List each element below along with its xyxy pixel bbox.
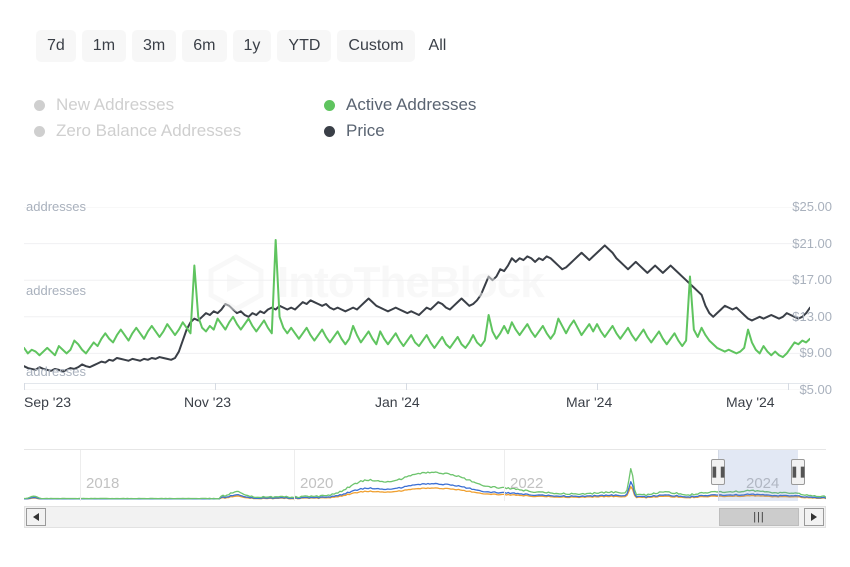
scroll-right-button[interactable] xyxy=(804,508,824,526)
legend-dot-icon xyxy=(34,99,45,111)
navigator-gridline xyxy=(80,450,81,501)
legend-label-active-addresses: Active Addresses xyxy=(346,95,477,114)
legend-label-zero-balance-addresses: Zero Balance Addresses xyxy=(56,121,242,140)
x-axis-tick-label: Nov '23 xyxy=(184,394,232,410)
range-tab-ytd[interactable]: YTD xyxy=(277,30,332,62)
legend-dot-icon xyxy=(324,125,335,137)
x-axis-tick-mark xyxy=(24,383,25,390)
navigator-scrollbar[interactable]: ||| xyxy=(24,506,826,528)
drag-handle-icon: ❚❚ xyxy=(709,465,727,478)
y-axis-right-tick-label: $25.00 xyxy=(792,199,832,214)
range-tab-7d[interactable]: 7d xyxy=(36,30,76,62)
y-axis-right-tick-label: $13.00 xyxy=(792,308,832,324)
series-canvas xyxy=(24,207,810,390)
x-axis-baseline xyxy=(24,383,810,384)
legend-item-new-addresses[interactable]: New Addresses xyxy=(34,95,324,115)
legend-item-zero-balance-addresses[interactable]: Zero Balance Addresses xyxy=(34,121,324,141)
range-tab-1y[interactable]: 1y xyxy=(232,30,272,62)
scroll-right-arrow-icon xyxy=(811,513,817,521)
x-axis-tick-mark xyxy=(406,383,407,390)
legend-dot-icon xyxy=(34,125,45,137)
drag-handle-icon: ❚❚ xyxy=(789,465,807,478)
y-axis-right-tick-label: $5.00 xyxy=(799,382,832,397)
x-axis-tick-mark xyxy=(215,383,216,390)
navigator-plot[interactable]: 2018 2020 2022 2024 xyxy=(24,450,826,501)
legend-label-new-addresses: New Addresses xyxy=(56,95,175,114)
scroll-left-button[interactable] xyxy=(26,508,46,526)
navigator-year-2022: 2022 xyxy=(510,475,544,492)
main-chart[interactable]: Sep '23 Nov '23 Jan '24 Mar '24 May '24 xyxy=(0,190,850,412)
navigator-year-2024: 2024 xyxy=(746,475,780,492)
scroll-left-arrow-icon xyxy=(33,513,39,521)
chart-legend: New Addresses Active Addresses Zero Bala… xyxy=(34,92,594,144)
navigator-year-2018: 2018 xyxy=(86,475,120,492)
x-axis-tick-label: May '24 xyxy=(726,394,775,410)
range-tab-3m[interactable]: 3m xyxy=(132,30,177,62)
x-axis-tick-mark xyxy=(597,383,598,390)
legend-item-active-addresses[interactable]: Active Addresses xyxy=(324,95,594,115)
navigator-handle-left[interactable]: ❚❚ xyxy=(709,459,727,485)
y-axis-left-tick-label: addresses xyxy=(26,283,86,298)
navigator-handle-right[interactable]: ❚❚ xyxy=(789,459,807,485)
chart-widget: 7d 1m 3m 6m 1y YTD Custom All New Addres… xyxy=(0,0,850,567)
navigator-gridline xyxy=(504,450,505,501)
range-tab-all[interactable]: All xyxy=(421,30,455,62)
navigator-year-2020: 2020 xyxy=(300,475,334,492)
x-axis-tick-label: Jan '24 xyxy=(375,394,420,410)
y-axis-left-tick-label: addresses xyxy=(26,199,86,214)
navigator-gridline xyxy=(294,450,295,501)
navigator[interactable]: 2018 2020 2022 2024 ❚❚ ❚❚ xyxy=(24,449,826,501)
y-axis-right-tick-label: $17.00 xyxy=(792,272,832,288)
range-tab-custom[interactable]: Custom xyxy=(337,30,415,62)
legend-label-price: Price xyxy=(346,121,385,140)
x-axis-tick-mark xyxy=(788,383,789,390)
navigator-series-canvas xyxy=(24,467,826,500)
grip-icon: ||| xyxy=(753,510,765,523)
x-axis-tick-label: Mar '24 xyxy=(566,394,613,410)
scrollbar-thumb[interactable]: ||| xyxy=(719,508,799,526)
x-axis: Sep '23 Nov '23 Jan '24 Mar '24 May '24 xyxy=(0,383,850,414)
y-axis-left-tick-label: addresses xyxy=(26,364,86,379)
range-tab-6m[interactable]: 6m xyxy=(182,30,227,62)
y-axis-right-tick-label: $9.00 xyxy=(799,345,832,361)
range-tab-1m[interactable]: 1m xyxy=(81,30,127,62)
legend-dot-icon xyxy=(324,99,335,111)
y-axis-right-tick-label: $21.00 xyxy=(792,235,832,251)
legend-item-price[interactable]: Price xyxy=(324,121,594,141)
range-selector: 7d 1m 3m 6m 1y YTD Custom All xyxy=(36,30,454,62)
series-line xyxy=(24,240,810,357)
plot-area[interactable] xyxy=(24,207,810,390)
x-axis-tick-label: Sep '23 xyxy=(24,394,72,410)
